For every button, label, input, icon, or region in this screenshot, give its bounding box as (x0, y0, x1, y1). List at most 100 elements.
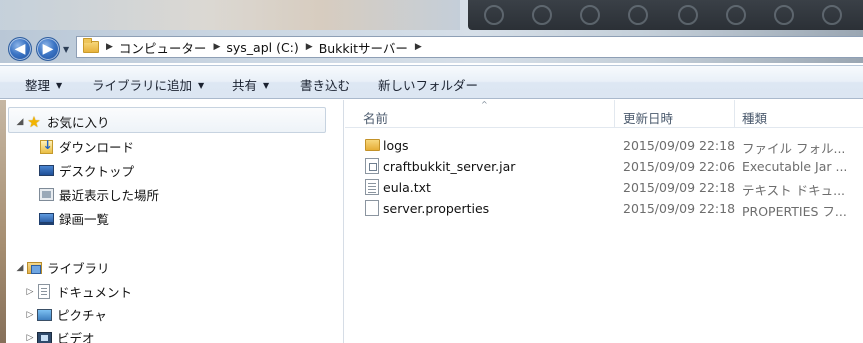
navigation-pane[interactable]: ◢ ★ お気に入り ダウンロード デスクトップ 最近表示した場所 録画一覧 ◢ … (0, 100, 344, 343)
nav-item-downloads[interactable]: ダウンロード (38, 137, 134, 156)
pictures-icon (36, 308, 52, 321)
breadcrumb-current-folder[interactable]: Bukkitサーバー (319, 38, 408, 57)
breadcrumb-separator-icon[interactable]: ▶ (415, 42, 422, 52)
new-folder-button[interactable]: 新しいフォルダー (378, 75, 478, 94)
toolbar-circle-icon (532, 5, 552, 25)
expand-triangle-icon[interactable]: ▷ (24, 333, 36, 343)
breadcrumb-separator-icon[interactable]: ▶ (106, 42, 113, 52)
nav-item-label: デスクトップ (59, 164, 135, 179)
library-icon (26, 261, 42, 274)
toolbar-circle-icon (678, 5, 698, 25)
recent-places-icon (38, 188, 54, 201)
file-type: テキスト ドキュ... (742, 183, 846, 198)
toolbar-circle-icon (774, 5, 794, 25)
nav-item-label: 録画一覧 (59, 212, 110, 227)
share-label: 共有 (232, 78, 258, 93)
background-toolbar (468, 0, 863, 30)
nav-item-label: ドキュメント (57, 285, 133, 300)
expand-triangle-icon[interactable]: ▷ (24, 287, 36, 297)
nav-item-recent-places[interactable]: 最近表示した場所 (38, 185, 159, 204)
breadcrumb-drive[interactable]: sys_apl (C:) (226, 40, 298, 55)
desktop-icon (38, 165, 54, 176)
breadcrumb-separator-icon[interactable]: ▶ (306, 42, 313, 52)
organize-label: 整理 (25, 78, 51, 93)
sort-ascending-icon: ^ (481, 100, 488, 109)
file-name: logs (383, 138, 409, 153)
column-header-type[interactable]: 種類 (742, 108, 767, 127)
column-header-name[interactable]: 名前 (363, 108, 388, 127)
folder-icon (83, 38, 99, 53)
chevron-down-icon: ▼ (198, 81, 205, 90)
background-blur (0, 0, 460, 30)
file-modified: 2015/09/09 22:18 (623, 180, 736, 195)
collapse-triangle-icon[interactable]: ◢ (14, 263, 26, 273)
file-row-server-properties[interactable]: server.properties 2015/09/09 22:18 PROPE… (345, 198, 863, 219)
file-name: craftbukkit_server.jar (383, 159, 516, 174)
nav-item-label: ビデオ (57, 331, 95, 343)
nav-item-label: ダウンロード (59, 140, 135, 155)
chevron-down-icon: ▼ (56, 81, 63, 90)
file-list-pane[interactable]: ^ 名前 更新日時 種類 logs 2015/09/09 22:18 ファイル … (345, 100, 863, 343)
nav-item-recorded-tv[interactable]: 録画一覧 (38, 209, 109, 228)
address-box[interactable]: ▶ コンピューター ▶ sys_apl (C:) ▶ Bukkitサーバー ▶ (76, 36, 863, 58)
nav-item-pictures[interactable]: ▷ ピクチャ (24, 305, 107, 324)
organize-button[interactable]: 整理 ▼ (25, 75, 62, 94)
toolbar-circle-icon (580, 5, 600, 25)
arrow-left-icon: ◀ (14, 41, 26, 57)
documents-icon (38, 284, 50, 299)
star-icon: ★ (27, 112, 41, 131)
chevron-down-icon: ▼ (263, 81, 270, 90)
nav-item-videos[interactable]: ▷ ビデオ (24, 328, 95, 343)
new-folder-label: 新しいフォルダー (378, 78, 479, 93)
collapse-triangle-icon[interactable]: ◢ (14, 117, 26, 127)
toolbar-circle-icon (484, 5, 504, 25)
forward-button[interactable]: ▶ (36, 37, 60, 61)
share-button[interactable]: 共有 ▼ (232, 75, 269, 94)
nav-libraries[interactable]: ◢ ライブラリ (14, 258, 110, 277)
file-type: Executable Jar ... (742, 159, 848, 174)
file-name: server.properties (383, 201, 490, 216)
file-modified: 2015/09/09 22:18 (623, 138, 736, 153)
nav-libraries-label: ライブラリ (47, 261, 110, 276)
include-in-library-label: ライブラリに追加 (92, 78, 193, 93)
breadcrumb-separator-icon[interactable]: ▶ (213, 42, 220, 52)
folder-icon (365, 139, 380, 151)
background-strip (0, 100, 6, 343)
videos-icon (36, 331, 52, 343)
file-row-jar[interactable]: craftbukkit_server.jar 2015/09/09 22:06 … (345, 156, 863, 177)
burn-label: 書き込む (300, 78, 351, 93)
arrow-right-icon: ▶ (42, 41, 54, 57)
address-bar-region: ◀ ▶ ▼ ▶ コンピューター ▶ sys_apl (C:) ▶ Bukkitサ… (0, 0, 863, 63)
file-name: eula.txt (383, 180, 431, 195)
toolbar-circle-icon (628, 5, 648, 25)
file-icon (365, 200, 379, 216)
nav-item-label: ピクチャ (57, 308, 107, 323)
column-divider[interactable] (734, 100, 735, 128)
burn-button[interactable]: 書き込む (300, 75, 350, 94)
include-in-library-button[interactable]: ライブラリに追加 ▼ (92, 75, 204, 94)
toolbar-circle-icon (726, 5, 746, 25)
recent-pages-dropdown[interactable]: ▼ (63, 45, 69, 54)
text-file-icon (365, 179, 379, 195)
column-header-row: ^ 名前 更新日時 種類 (345, 100, 863, 128)
monitor-icon (38, 212, 54, 225)
nav-item-label: 最近表示した場所 (59, 188, 160, 203)
file-row-logs[interactable]: logs 2015/09/09 22:18 ファイル フォル... (345, 135, 863, 156)
nav-item-documents[interactable]: ▷ ドキュメント (24, 282, 132, 301)
expand-triangle-icon[interactable]: ▷ (24, 310, 36, 320)
command-bar: 整理 ▼ ライブラリに追加 ▼ 共有 ▼ 書き込む 新しいフォルダー (0, 65, 863, 99)
toolbar-circle-icon (822, 5, 842, 25)
downloads-folder-icon (39, 138, 53, 154)
column-header-modified[interactable]: 更新日時 (623, 108, 673, 127)
file-row-eula[interactable]: eula.txt 2015/09/09 22:18 テキスト ドキュ... (345, 177, 863, 198)
file-type: PROPERTIES フ... (742, 204, 847, 219)
column-divider[interactable] (614, 100, 615, 128)
back-button[interactable]: ◀ (8, 37, 32, 61)
nav-item-desktop[interactable]: デスクトップ (38, 161, 134, 180)
file-type: ファイル フォル... (742, 141, 846, 156)
nav-favorites-label: お気に入り (47, 115, 110, 130)
breadcrumb-computer[interactable]: コンピューター (119, 38, 207, 57)
file-modified: 2015/09/09 22:18 (623, 201, 736, 216)
nav-favorites[interactable]: ◢ ★ お気に入り (14, 112, 110, 131)
jar-file-icon (365, 158, 379, 174)
